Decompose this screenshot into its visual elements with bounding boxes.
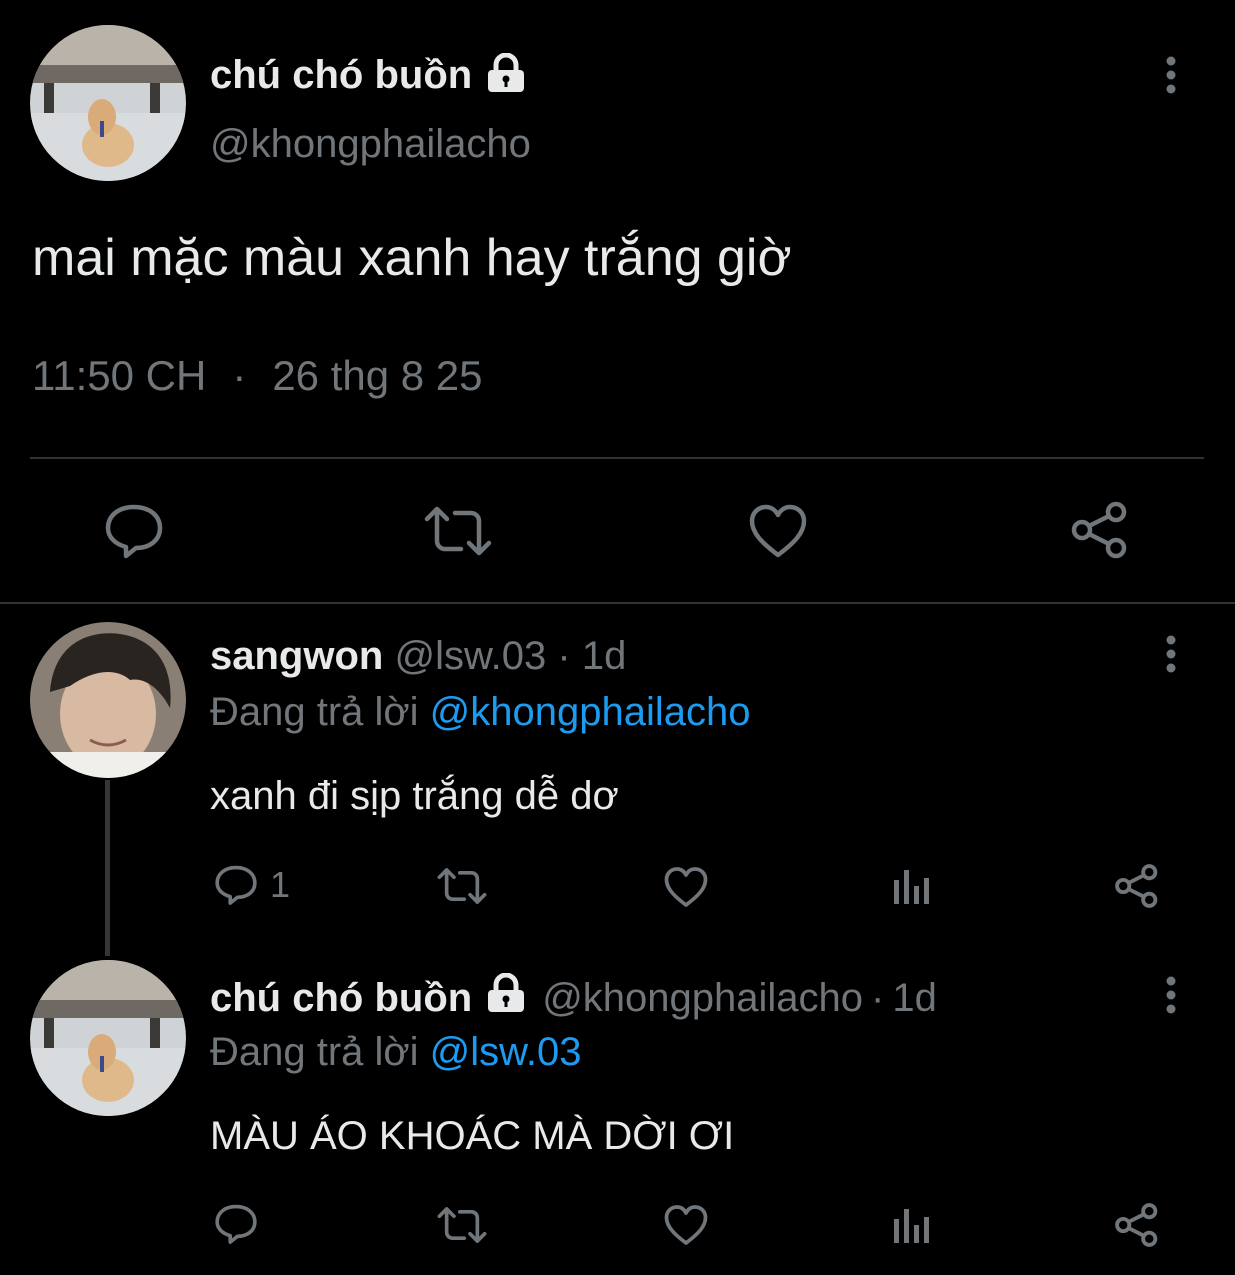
display-name[interactable]: sangwon xyxy=(210,634,383,678)
mention-link[interactable]: @khongphailacho xyxy=(430,690,751,734)
like-icon[interactable] xyxy=(663,1204,709,1246)
tweet-text: mai mặc màu xanh hay trắng giờ xyxy=(32,229,792,287)
retweet-icon[interactable] xyxy=(436,1206,488,1244)
display-name[interactable]: chú chó buồn xyxy=(210,976,472,1021)
handle[interactable]: @lsw.03 xyxy=(394,634,546,678)
reply-count: 1 xyxy=(270,864,291,905)
replying-label: Đang trả lời xyxy=(210,1030,419,1074)
avatar-image xyxy=(30,25,186,181)
tweet-age[interactable]: 1d xyxy=(582,634,627,678)
share-icon[interactable] xyxy=(1114,1202,1160,1248)
tweet-date[interactable]: 26 thg 8 25 xyxy=(272,352,482,400)
divider xyxy=(0,602,1235,604)
reply-icon[interactable] xyxy=(104,502,164,560)
views-icon[interactable] xyxy=(891,1207,931,1245)
separator: · xyxy=(232,352,247,399)
share-icon[interactable] xyxy=(1114,863,1160,909)
avatar[interactable] xyxy=(30,960,186,1116)
retweet-icon[interactable] xyxy=(423,505,493,557)
tweet-text: MÀU ÁO KHOÁC MÀ DỜI ƠI xyxy=(210,1114,735,1158)
retweet-icon[interactable] xyxy=(436,867,488,905)
tweet-age[interactable]: 1d xyxy=(892,976,937,1021)
tweet-text: xanh đi sịp trắng dễ dơ xyxy=(210,774,619,818)
display-name[interactable]: chú chó buồn xyxy=(210,53,472,98)
lock-icon xyxy=(484,52,528,98)
thread-line xyxy=(105,780,110,956)
avatar-image xyxy=(30,622,186,778)
reply-icon[interactable]: 1 xyxy=(214,864,290,906)
more-icon[interactable] xyxy=(1158,634,1184,674)
lock-icon xyxy=(484,972,528,1023)
like-icon[interactable] xyxy=(663,866,709,908)
separator: · xyxy=(557,634,571,678)
handle[interactable]: @khongphailacho xyxy=(210,122,531,167)
share-icon[interactable] xyxy=(1070,500,1130,560)
avatar[interactable] xyxy=(30,622,186,778)
like-icon[interactable] xyxy=(748,503,808,559)
handle[interactable]: @khongphailacho xyxy=(542,976,863,1021)
avatar[interactable] xyxy=(30,25,186,181)
tweet-time[interactable]: 11:50 CH xyxy=(32,352,206,400)
reply-icon[interactable] xyxy=(214,1203,258,1245)
views-icon[interactable] xyxy=(891,868,931,906)
divider xyxy=(30,457,1204,459)
more-icon[interactable] xyxy=(1158,55,1184,95)
replying-label: Đang trả lời xyxy=(210,690,419,734)
more-icon[interactable] xyxy=(1158,975,1184,1015)
avatar-image xyxy=(30,960,186,1116)
separator: · xyxy=(871,975,885,1020)
mention-link[interactable]: @lsw.03 xyxy=(430,1030,582,1074)
